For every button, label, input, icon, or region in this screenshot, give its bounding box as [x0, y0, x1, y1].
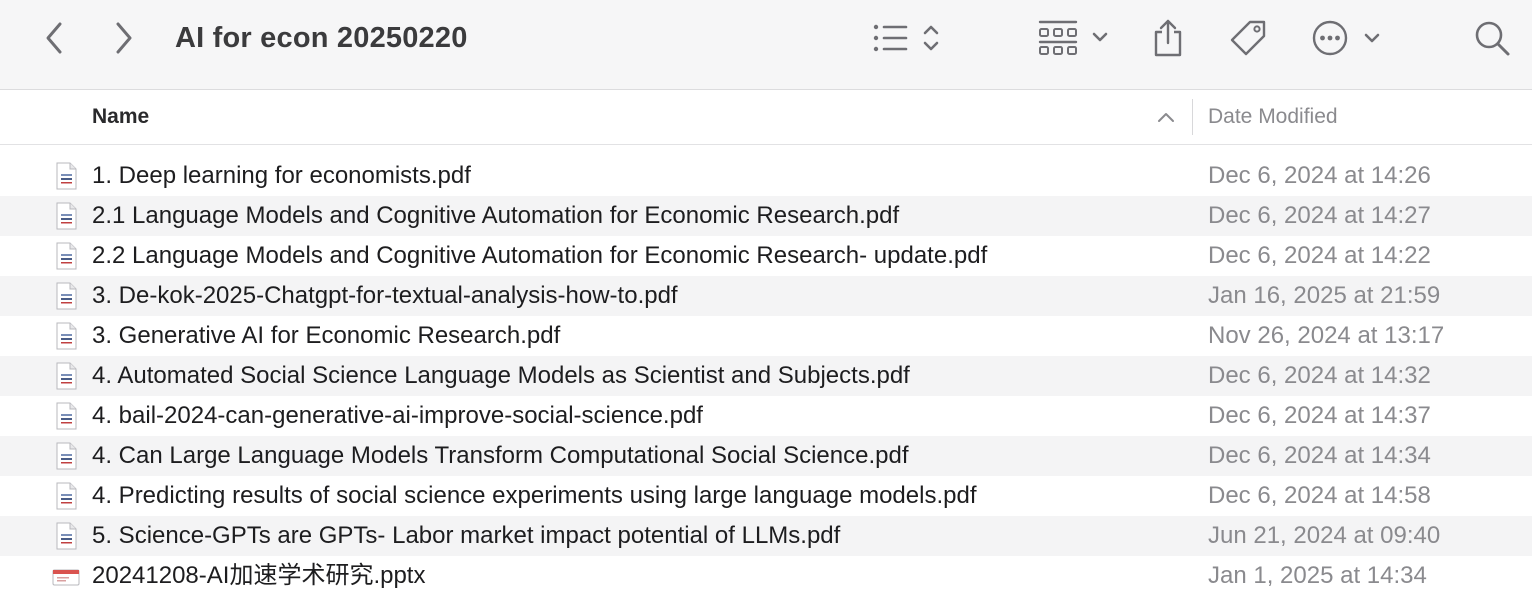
file-date-modified: Jun 21, 2024 at 09:40 — [1208, 522, 1441, 549]
column-divider[interactable] — [1192, 99, 1193, 135]
pdf-file-icon — [56, 162, 77, 190]
pdf-file-icon — [56, 402, 77, 430]
file-date-modified: Dec 6, 2024 at 14:27 — [1208, 202, 1431, 229]
file-row[interactable]: 4. Automated Social Science Language Mod… — [0, 356, 1532, 396]
toolbar: AI for econ 20250220 — [0, 0, 1532, 90]
file-date-modified: Dec 6, 2024 at 14:34 — [1208, 442, 1431, 469]
search-icon — [1475, 21, 1510, 56]
pdf-file-icon — [56, 242, 77, 270]
chevron-right-icon — [116, 22, 132, 54]
column-header: Name Date Modified — [0, 91, 1532, 145]
file-row[interactable]: 4. bail-2024-can-generative-ai-improve-s… — [0, 396, 1532, 436]
file-name: 4. Can Large Language Models Transform C… — [92, 442, 909, 469]
file-date-modified: Dec 6, 2024 at 14:37 — [1208, 402, 1431, 429]
back-button[interactable] — [34, 18, 74, 58]
file-row[interactable]: 2.1 Language Models and Cognitive Automa… — [0, 196, 1532, 236]
share-icon — [1154, 19, 1182, 57]
file-row[interactable]: 5. Science-GPTs are GPTs- Labor market i… — [0, 516, 1532, 556]
file-name: 4. Automated Social Science Language Mod… — [92, 362, 910, 389]
pptx-file-icon — [52, 569, 80, 586]
file-row[interactable]: 4. Predicting results of social science … — [0, 476, 1532, 516]
pdf-file-icon — [56, 322, 77, 350]
date-modified-column-header[interactable]: Date Modified — [1208, 91, 1338, 145]
group-view-button[interactable] — [1034, 18, 1114, 58]
file-row[interactable]: 20241208-AI加速学术研究.pptx Jan 1, 2025 at 14… — [0, 556, 1532, 596]
file-date-modified: Dec 6, 2024 at 14:22 — [1208, 242, 1431, 269]
file-name: 4. Predicting results of social science … — [92, 482, 977, 509]
file-date-modified: Jan 1, 2025 at 14:34 — [1208, 562, 1427, 589]
sort-ascending-icon[interactable] — [1156, 109, 1176, 125]
file-date-modified: Jan 16, 2025 at 21:59 — [1208, 282, 1441, 309]
tag-icon — [1230, 20, 1266, 56]
share-button[interactable] — [1148, 16, 1188, 60]
finder-window: AI for econ 20250220 Name Date Modified … — [0, 0, 1532, 600]
pdf-file-icon — [56, 282, 77, 310]
list-view-button[interactable] — [868, 18, 948, 58]
file-date-modified: Nov 26, 2024 at 13:17 — [1208, 322, 1445, 349]
pdf-file-icon — [56, 442, 77, 470]
file-name: 4. bail-2024-can-generative-ai-improve-s… — [92, 402, 703, 429]
ellipsis-circle-icon — [1312, 20, 1380, 56]
pdf-file-icon — [56, 202, 77, 230]
more-actions-button[interactable] — [1310, 16, 1386, 60]
file-name: 1. Deep learning for economists.pdf — [92, 162, 471, 189]
file-row[interactable]: 2.2 Language Models and Cognitive Automa… — [0, 236, 1532, 276]
pdf-file-icon — [56, 522, 77, 550]
file-date-modified: Dec 6, 2024 at 14:32 — [1208, 362, 1431, 389]
search-button[interactable] — [1470, 16, 1514, 60]
pdf-file-icon — [56, 362, 77, 390]
name-column-header[interactable]: Name — [92, 91, 149, 145]
file-name: 20241208-AI加速学术研究.pptx — [92, 562, 426, 589]
file-name: 3. De-kok-2025-Chatgpt-for-textual-analy… — [92, 282, 678, 309]
file-date-modified: Dec 6, 2024 at 14:58 — [1208, 482, 1431, 509]
grid-view-icon — [1038, 20, 1108, 55]
file-name: 2.2 Language Models and Cognitive Automa… — [92, 242, 988, 269]
list-view-icon — [873, 24, 939, 52]
file-name: 3. Generative AI for Economic Research.p… — [92, 322, 561, 349]
file-name: 2.1 Language Models and Cognitive Automa… — [92, 202, 900, 229]
file-row[interactable]: 3. Generative AI for Economic Research.p… — [0, 316, 1532, 356]
chevron-left-icon — [46, 22, 62, 54]
window-title: AI for econ 20250220 — [175, 22, 468, 54]
file-name: 5. Science-GPTs are GPTs- Labor market i… — [92, 522, 841, 549]
file-row[interactable]: 1. Deep learning for economists.pdf Dec … — [0, 156, 1532, 196]
pdf-file-icon — [56, 482, 77, 510]
tag-button[interactable] — [1226, 16, 1270, 60]
file-list: 1. Deep learning for economists.pdf Dec … — [0, 156, 1532, 596]
file-row[interactable]: 3. De-kok-2025-Chatgpt-for-textual-analy… — [0, 276, 1532, 316]
forward-button[interactable] — [104, 18, 144, 58]
file-date-modified: Dec 6, 2024 at 14:26 — [1208, 162, 1431, 189]
file-row[interactable]: 4. Can Large Language Models Transform C… — [0, 436, 1532, 476]
